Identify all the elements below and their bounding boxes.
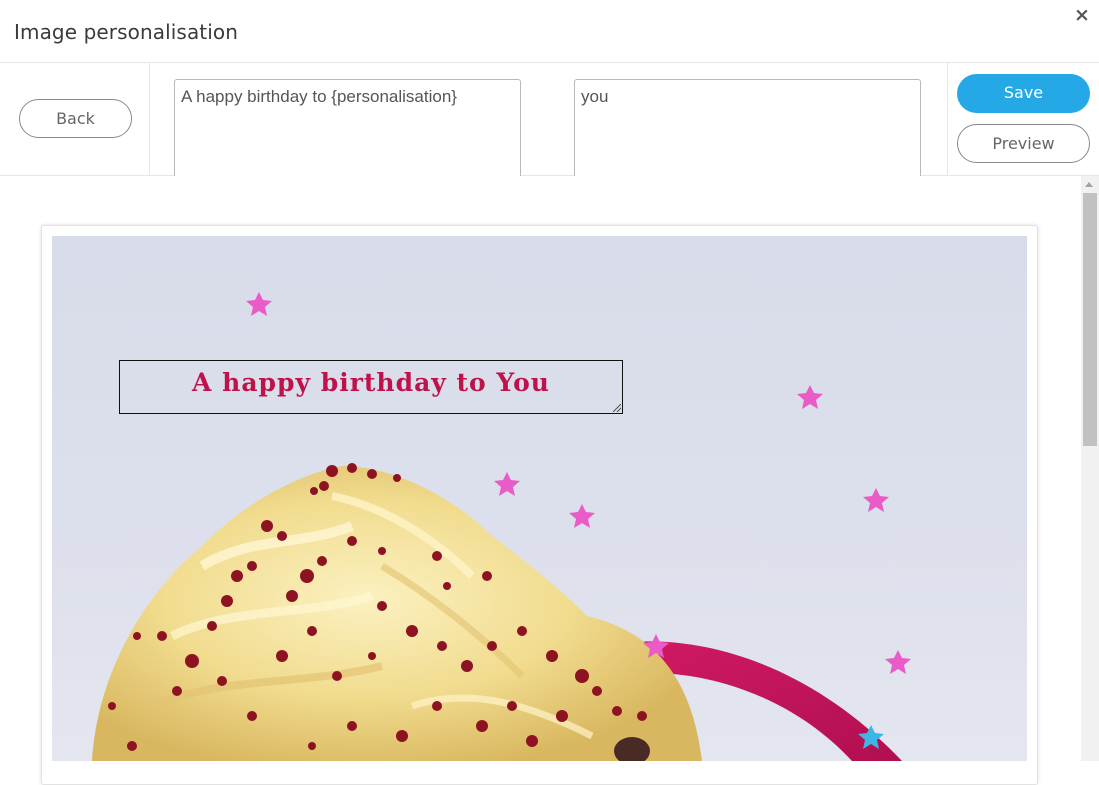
divider [149,63,150,175]
overlay-text: A happy birthday to You [192,368,550,397]
toolbar: Back A happy birthday to {personalisatio… [0,63,1099,176]
template-text-input[interactable]: A happy birthday to {personalisation} [174,79,521,176]
scroll-up-arrow-icon[interactable] [1085,182,1093,187]
back-button[interactable]: Back [19,99,132,138]
divider [947,63,948,175]
close-icon[interactable]: × [1073,3,1091,27]
save-button[interactable]: Save [957,74,1090,113]
resize-handle[interactable] [613,404,621,412]
dialog-title: Image personalisation [14,20,239,44]
dialog-header: Image personalisation × [0,0,1099,63]
cupcake-image [92,292,911,761]
preview-button[interactable]: Preview [957,124,1090,163]
scroll-thumb[interactable] [1083,193,1097,446]
text-overlay-box[interactable]: A happy birthday to You [119,360,623,414]
scrollbar[interactable] [1081,176,1099,761]
personalisation-value-input[interactable]: you [574,79,921,176]
image-canvas: A happy birthday to You [52,236,1027,761]
preview-area: A happy birthday to You [0,176,1081,785]
